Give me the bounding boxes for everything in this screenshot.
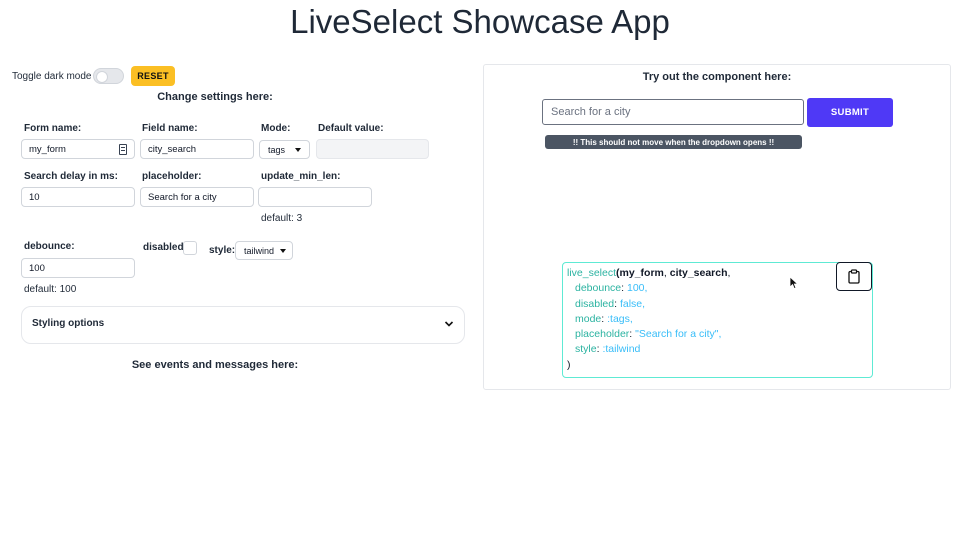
code-function: live_select [567,267,617,279]
submit-button[interactable]: SUBMIT [807,98,893,127]
field-name-input[interactable]: city_search [140,139,254,159]
dark-mode-toggle[interactable] [93,68,124,84]
code-arg-form: my_form [619,267,664,279]
code-value: :tailwind [602,343,641,356]
style-select[interactable]: tailwind [235,241,293,260]
code-key: disabled [575,297,615,310]
code-line: placeholder: "Search for a city", [575,328,722,341]
warning-banner: !! This should not move when the dropdow… [545,135,802,149]
code-key: style [575,343,597,356]
clipboard-icon [848,269,860,284]
code-key: debounce [575,282,622,295]
placeholder-value: Search for a city [148,191,217,203]
chevron-down-icon [280,248,287,253]
code-close-paren: ) [567,358,571,371]
code-value: false [619,297,643,310]
code-key: mode [575,312,602,325]
debounce-input[interactable]: 100 [21,258,135,278]
code-snippet: live_select(my_form, city_search, deboun… [562,262,873,378]
styling-options-accordion[interactable]: Styling options [21,306,465,344]
style-label: style: [209,245,236,256]
form-name-label: Form name: [24,123,82,134]
code-line: debounce: 100, [575,282,648,295]
code-value: :tags [607,312,630,325]
mouse-pointer-icon [789,276,799,290]
code-arg-field: city_search [669,267,728,279]
events-heading: See events and messages here: [131,359,299,371]
code-comma: , [727,267,731,279]
city-search-input[interactable] [542,99,804,125]
mode-value: tags [268,144,286,155]
debounce-hint: default: 100 [24,284,77,295]
chevron-down-icon [444,321,454,327]
form-name-value: my_form [29,143,66,155]
update-min-len-input[interactable] [258,187,372,207]
demo-heading: Try out the component here: [642,71,792,83]
code-line: ) [567,358,868,373]
code-sep: , [644,282,648,295]
field-name-label: Field name: [142,123,198,134]
update-min-len-label: update_min_len: [261,171,341,182]
reset-button[interactable]: RESET [131,66,175,86]
placeholder-input[interactable]: Search for a city [140,187,254,207]
styling-options-label: Styling options [32,318,105,329]
code-line: mode: :tags, [575,312,633,325]
code-key: placeholder [575,328,630,341]
field-name-value: city_search [148,143,197,155]
code-value: 100 [626,282,645,295]
page-title: LiveSelect Showcase App [290,3,670,40]
copy-code-button[interactable] [836,262,872,291]
code-value: "Search for a city" [635,328,719,341]
code-sep: , [718,328,722,341]
placeholder-label: placeholder: [142,171,202,182]
disabled-label: disabled: [143,242,187,253]
form-name-input[interactable]: my_form [21,139,135,159]
debounce-label: debounce: [24,241,75,252]
search-delay-label: Search delay in ms: [24,171,118,182]
contact-card-icon [119,143,127,155]
default-value-input [316,139,429,159]
style-value: tailwind [244,245,275,256]
disabled-checkbox[interactable] [183,241,197,255]
settings-heading: Change settings here: [157,91,273,103]
code-sep: , [629,312,633,325]
mode-select[interactable]: tags [259,140,310,159]
chevron-down-icon [295,147,301,152]
default-value-label: Default value: [318,123,384,134]
code-sep: , [642,297,646,310]
search-delay-value: 10 [29,191,40,203]
debounce-value: 100 [29,262,45,274]
update-min-len-hint: default: 3 [261,213,303,224]
code-line: disabled: false, [575,297,646,310]
toggle-dark-mode-label: Toggle dark mode [12,71,92,82]
toggle-knob [96,71,108,83]
code-line: style: :tailwind [575,343,641,356]
code-line: live_select(my_form, city_search, [567,266,868,281]
search-delay-input[interactable]: 10 [21,187,135,207]
mode-label: Mode: [261,123,291,134]
